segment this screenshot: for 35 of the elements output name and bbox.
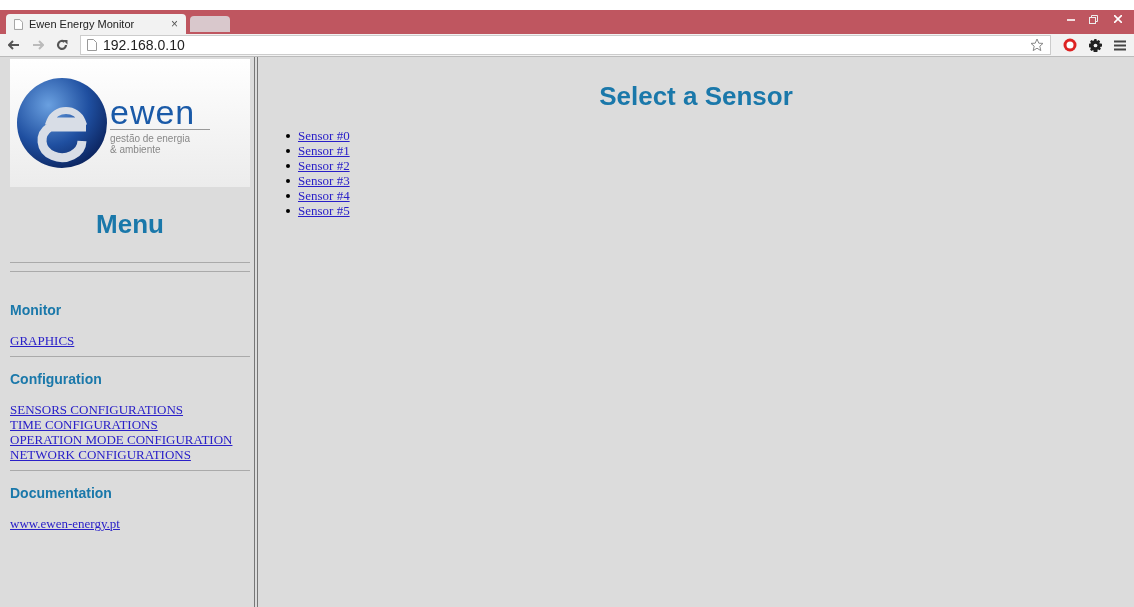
menu-link[interactable]: TIME CONFIGURATIONS: [10, 417, 158, 432]
bullet-icon: [286, 148, 290, 153]
menu-link[interactable]: SENSORS CONFIGURATIONS: [10, 402, 183, 417]
page-icon: [14, 18, 23, 30]
menu-title: Menu: [95, 208, 165, 241]
logo-sphere-icon: [16, 77, 108, 169]
gear-icon[interactable]: [1089, 38, 1102, 52]
menu-link[interactable]: GRAPHICS: [10, 333, 75, 348]
address-bar[interactable]: 192.168.0.10: [80, 35, 1051, 55]
page-icon: [87, 39, 97, 51]
tab-title: Ewen Energy Monitor: [29, 16, 135, 32]
bullet-icon: [286, 208, 290, 213]
menu-link[interactable]: OPERATION MODE CONFIGURATION: [10, 432, 233, 447]
logo-wordmark: ewen: [110, 97, 210, 130]
reload-icon[interactable]: [56, 39, 68, 51]
close-icon[interactable]: [1114, 15, 1122, 23]
url-text: 192.168.0.10: [103, 35, 185, 55]
restore-icon[interactable]: [1089, 15, 1098, 24]
tab-close-button[interactable]: ×: [171, 15, 178, 33]
bullet-icon: [286, 163, 290, 168]
menu-link[interactable]: NETWORK CONFIGURATIONS: [10, 447, 191, 462]
menu-icon[interactable]: [1114, 39, 1126, 51]
bullet-icon: [286, 178, 290, 183]
page-title: Select a Sensor: [598, 80, 794, 113]
back-icon[interactable]: [8, 40, 20, 50]
bullet-icon: [286, 193, 290, 198]
logo-tagline: gestão de energia & ambiente: [110, 133, 192, 155]
stop-sign-icon[interactable]: [1063, 38, 1077, 52]
section-heading: Configuration: [10, 370, 103, 389]
section-heading: Documentation: [10, 484, 113, 503]
section-heading: Monitor: [10, 301, 63, 320]
bullet-icon: [286, 133, 290, 138]
browser-tab[interactable]: Ewen Energy Monitor ×: [6, 14, 186, 34]
star-icon[interactable]: [1030, 38, 1044, 52]
menu-link[interactable]: www.ewen-energy.pt: [10, 516, 120, 531]
